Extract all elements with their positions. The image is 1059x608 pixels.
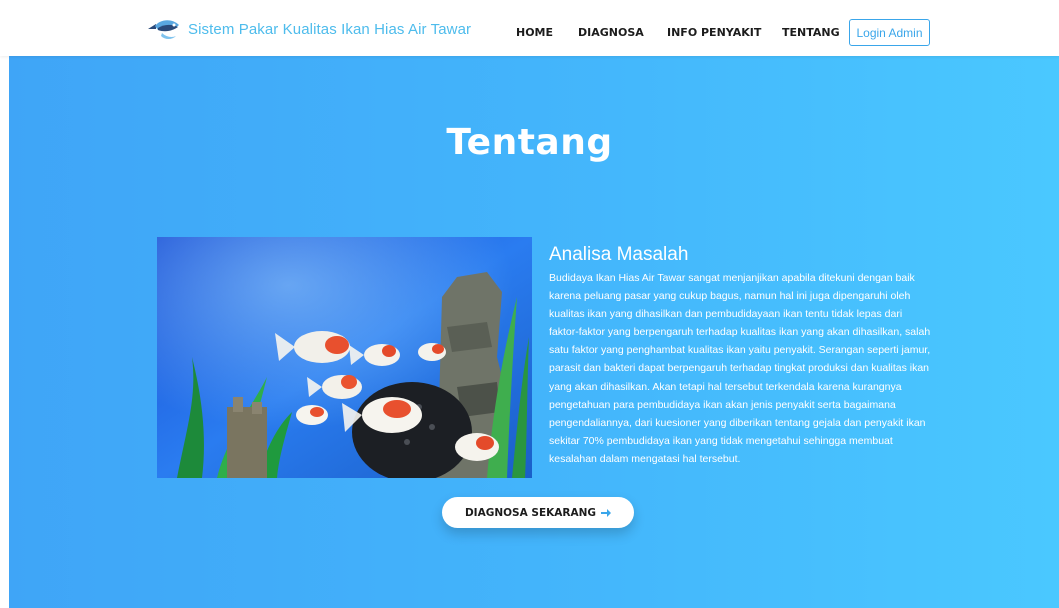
arrow-right-icon xyxy=(601,508,612,517)
section-heading: Analisa Masalah xyxy=(549,244,689,265)
navbar: Sistem Pakar Kualitas Ikan Hias Air Tawa… xyxy=(0,0,1059,56)
cta-label: DIAGNOSA SEKARANG xyxy=(464,506,597,519)
brand-name: Sistem Pakar Kualitas Ikan Hias Air Tawa… xyxy=(188,20,472,38)
nav-home[interactable]: HOME xyxy=(516,26,553,39)
page-title: Tentang xyxy=(446,122,613,163)
about-section: Tentang Analisa Masalah Budidaya Ikan Hi… xyxy=(9,56,1059,608)
fish-logo-icon xyxy=(148,20,179,39)
login-admin-button[interactable]: Login Admin xyxy=(849,19,930,46)
nav-tentang[interactable]: TENTANG xyxy=(782,26,840,39)
nav-info-penyakit[interactable]: INFO PENYAKIT xyxy=(667,26,761,39)
brand-link[interactable]: Sistem Pakar Kualitas Ikan Hias Air Tawa… xyxy=(146,14,471,44)
login-admin-label: Login Admin xyxy=(856,25,923,40)
section-body-text: Budidaya Ikan Hias Air Tawar sangat menj… xyxy=(549,272,931,465)
aquarium-image xyxy=(157,237,532,478)
diagnosa-sekarang-button[interactable]: DIAGNOSA SEKARANG xyxy=(442,497,634,528)
nav-diagnosa[interactable]: DIAGNOSA xyxy=(578,26,644,39)
